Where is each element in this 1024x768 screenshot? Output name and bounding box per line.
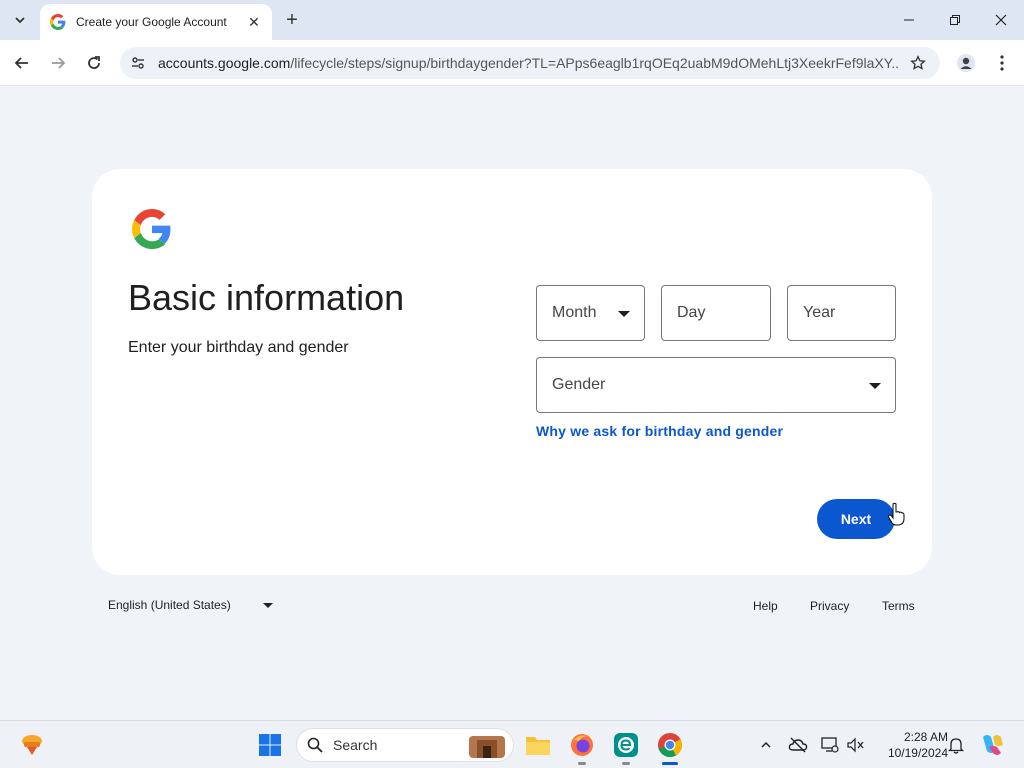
search-highlight-image <box>469 736 505 758</box>
reload-icon <box>88 56 100 69</box>
day-input[interactable]: Day <box>661 285 771 341</box>
show-hidden-icons[interactable] <box>756 735 776 755</box>
chrome-icon[interactable] <box>656 731 684 759</box>
more-vertical-icon <box>1000 55 1004 71</box>
day-placeholder: Day <box>677 304 706 321</box>
taskbar-clock[interactable]: 2:28 AM 10/19/2024 <box>872 729 948 761</box>
back-arrow-icon <box>14 57 28 69</box>
language-selector[interactable]: English (United States) <box>108 598 273 612</box>
volume-muted-icon[interactable] <box>846 735 866 755</box>
tab-search-button[interactable] <box>8 8 32 32</box>
year-placeholder: Year <box>803 304 836 321</box>
file-explorer-icon[interactable] <box>524 731 552 759</box>
forward-button[interactable] <box>44 49 72 77</box>
year-input[interactable]: Year <box>787 285 896 341</box>
chevron-up-icon <box>761 741 771 748</box>
network-icon[interactable] <box>820 735 840 755</box>
url-text: accounts.google.com/lifecycle/steps/sign… <box>158 55 898 71</box>
close-icon <box>995 14 1007 26</box>
close-window-button[interactable] <box>978 0 1024 40</box>
widgets-icon[interactable] <box>18 731 46 759</box>
profile-button[interactable] <box>952 49 980 77</box>
month-placeholder: Month <box>552 304 597 321</box>
next-button[interactable]: Next <box>817 499 895 539</box>
help-link[interactable]: Help <box>753 599 778 613</box>
eset-running-indicator <box>622 762 630 765</box>
dropdown-caret-icon <box>869 383 881 389</box>
privacy-link[interactable]: Privacy <box>810 599 849 613</box>
browser-toolbar: accounts.google.com/lifecycle/steps/sign… <box>0 40 1024 86</box>
taskbar-search[interactable]: Search <box>296 728 514 762</box>
search-icon <box>307 737 323 753</box>
taskbar-search-label: Search <box>333 737 378 753</box>
gender-placeholder: Gender <box>552 376 606 393</box>
dropdown-caret-icon <box>262 602 273 608</box>
gender-select[interactable]: Gender <box>536 357 896 413</box>
copilot-icon[interactable] <box>978 731 1006 759</box>
reload-button[interactable] <box>80 49 108 77</box>
bookmark-star-icon[interactable] <box>908 53 928 73</box>
forward-arrow-icon <box>52 57 66 69</box>
google-logo-icon <box>132 209 171 249</box>
start-button[interactable] <box>256 731 284 759</box>
clock-time: 2:28 AM <box>903 730 948 744</box>
minimize-button[interactable] <box>886 0 932 40</box>
site-settings-icon[interactable] <box>128 53 148 73</box>
tab-active[interactable]: Create your Google Account ✕ <box>40 4 272 40</box>
restore-icon <box>950 15 960 25</box>
hand-cursor-icon <box>887 502 905 526</box>
google-favicon-icon <box>50 14 66 30</box>
dropdown-caret-icon <box>618 311 630 317</box>
page-title: Basic information <box>128 277 405 318</box>
tab-strip: Create your Google Account ✕ + <box>0 0 1024 40</box>
chrome-running-indicator <box>662 762 678 765</box>
signup-card: Basic information Enter your birthday an… <box>92 169 932 575</box>
minimize-icon <box>904 19 914 21</box>
firefox-running-indicator <box>578 762 586 765</box>
onedrive-offline-icon[interactable] <box>788 735 808 755</box>
tab-title: Create your Google Account <box>76 15 227 29</box>
clock-date: 10/19/2024 <box>887 746 948 760</box>
chevron-down-icon <box>15 17 25 24</box>
tab-close-icon[interactable]: ✕ <box>246 14 262 30</box>
language-label: English (United States) <box>108 598 231 612</box>
restore-button[interactable] <box>932 0 978 40</box>
terms-link[interactable]: Terms <box>882 599 915 613</box>
page-subtitle: Enter your birthday and gender <box>128 339 349 356</box>
month-select[interactable]: Month <box>536 285 645 341</box>
eset-app-icon[interactable] <box>612 731 640 759</box>
why-we-ask-link[interactable]: Why we ask for birthday and gender <box>536 423 783 439</box>
firefox-icon[interactable] <box>568 731 596 759</box>
windows-logo-icon <box>259 734 281 756</box>
browser-menu-button[interactable] <box>988 49 1016 77</box>
new-tab-icon[interactable]: + <box>282 9 302 31</box>
notifications-bell-icon[interactable] <box>946 735 966 755</box>
address-bar[interactable]: accounts.google.com/lifecycle/steps/sign… <box>120 47 940 79</box>
taskbar: Search 2:28 AM 10/19/2024 <box>0 720 1024 768</box>
back-button[interactable] <box>8 49 36 77</box>
profile-avatar-icon <box>957 54 975 72</box>
